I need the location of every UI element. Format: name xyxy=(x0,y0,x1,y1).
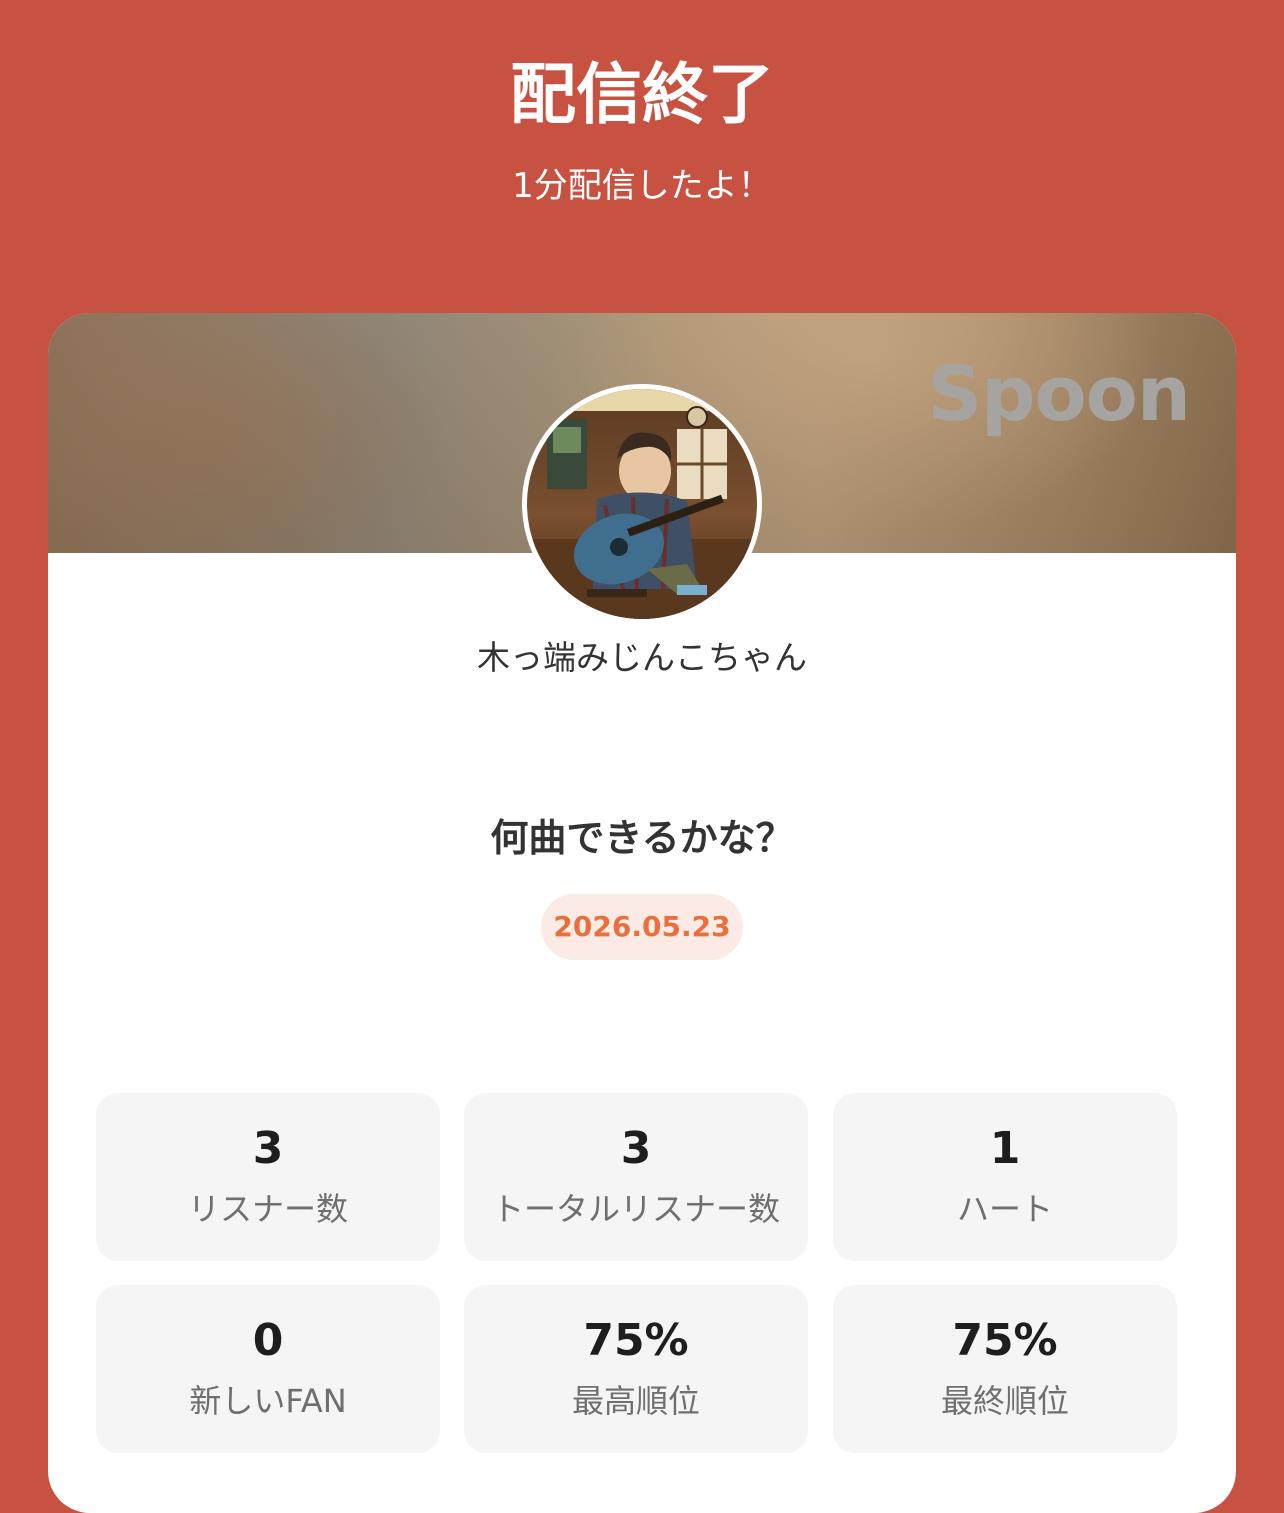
stat-listeners: 3 リスナー数 xyxy=(96,1093,440,1261)
stat-value: 75% xyxy=(583,1315,689,1366)
stat-final-rank: 75% 最終順位 xyxy=(833,1285,1177,1453)
stat-label: リスナー数 xyxy=(187,1190,348,1228)
avatar-illustration-icon xyxy=(527,389,757,619)
stat-label: 最高順位 xyxy=(571,1382,700,1420)
stat-value: 0 xyxy=(252,1315,284,1366)
stat-label: 新しいFAN xyxy=(189,1382,347,1420)
username: 木っ端みじんこちゃん xyxy=(477,638,807,677)
spoon-logo: Spoon xyxy=(927,349,1191,438)
stat-label: ハート xyxy=(956,1190,1053,1228)
duration-message: 1分配信したよ！ xyxy=(512,166,772,206)
stat-new-fans: 0 新しいFAN xyxy=(96,1285,440,1453)
stat-highest-rank: 75% 最高順位 xyxy=(464,1285,808,1453)
stat-total-listeners: 3 トータルリスナー数 xyxy=(464,1093,808,1261)
stat-label: 最終順位 xyxy=(940,1382,1069,1420)
date-badge: 2026.05.23 xyxy=(541,894,743,960)
stat-value: 3 xyxy=(620,1123,652,1174)
stat-value: 3 xyxy=(252,1123,284,1174)
stat-hearts: 1 ハート xyxy=(833,1093,1177,1261)
stat-value: 75% xyxy=(952,1315,1058,1366)
stream-title: 何曲できるかな？ xyxy=(490,816,794,860)
stat-label: トータルリスナー数 xyxy=(491,1190,780,1228)
stat-value: 1 xyxy=(989,1123,1021,1174)
avatar[interactable] xyxy=(522,384,762,624)
page-title: 配信終了 xyxy=(510,56,774,133)
